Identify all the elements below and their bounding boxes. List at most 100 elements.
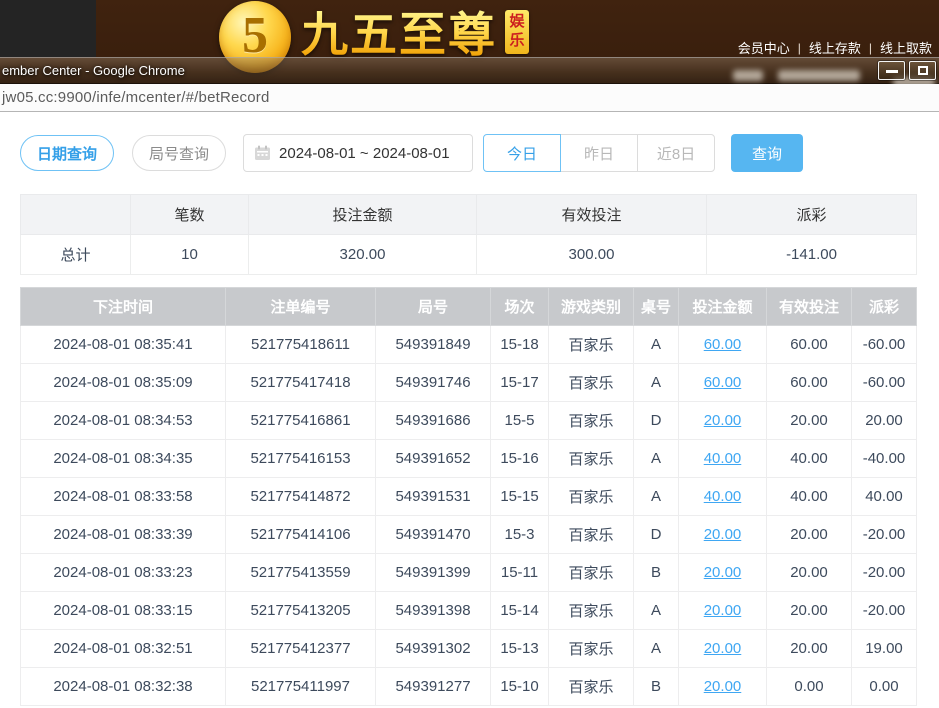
header-game-type: 游戏类别 [549,288,634,326]
cell-bet-time: 2024-08-01 08:33:39 [21,516,226,554]
table-row: 2024-08-01 08:34:35521775416153549391652… [21,440,917,478]
cell-bet-id: 521775417418 [226,364,376,402]
maximize-button[interactable] [909,61,936,80]
cell-game-type: 百家乐 [549,668,634,706]
cell-payout: 19.00 [852,630,917,668]
cell-session: 15-3 [491,516,549,554]
table-row: 2024-08-01 08:35:09521775417418549391746… [21,364,917,402]
date-range-input[interactable]: 2024-08-01 ~ 2024-08-01 [243,134,473,172]
header-bet-amount: 投注金额 [679,288,767,326]
cell-valid-bet: 20.00 [767,630,852,668]
page-content: 日期查询 局号查询 2024-08-01 ~ 2024-08-01 今日 昨日 … [0,112,939,708]
bet-amount-link[interactable]: 40.00 [704,450,742,467]
bet-amount-link[interactable]: 20.00 [704,412,742,429]
bet-amount-link[interactable]: 20.00 [704,564,742,581]
summary-payout: -141.00 [707,235,917,275]
nav-separator: | [869,41,872,55]
cell-game-type: 百家乐 [549,326,634,364]
cell-table-no: A [634,440,679,478]
bet-amount-link[interactable]: 40.00 [704,488,742,505]
cell-valid-bet: 20.00 [767,592,852,630]
filter-row: 日期查询 局号查询 2024-08-01 ~ 2024-08-01 今日 昨日 … [20,133,803,173]
cell-bet-time: 2024-08-01 08:33:15 [21,592,226,630]
cell-valid-bet: 60.00 [767,326,852,364]
cell-round-no: 549391470 [376,516,491,554]
cell-bet-amount: 20.00 [679,668,767,706]
cell-table-no: A [634,478,679,516]
cell-bet-time: 2024-08-01 08:34:53 [21,402,226,440]
nav-online-deposit[interactable]: 线上存款 [809,38,861,57]
cell-game-type: 百家乐 [549,402,634,440]
minimize-button[interactable] [878,61,905,80]
cell-round-no: 549391849 [376,326,491,364]
cell-bet-time: 2024-08-01 08:32:51 [21,630,226,668]
cell-bet-id: 521775411997 [226,668,376,706]
table-row: 2024-08-01 08:35:41521775418611549391849… [21,326,917,364]
bet-table-header-row: 下注时间 注单编号 局号 场次 游戏类别 桌号 投注金额 有效投注 派彩 [21,288,917,326]
quick-range-group: 今日 昨日 近8日 [483,134,715,172]
header-bet-id: 注单编号 [226,288,376,326]
cell-bet-id: 521775416861 [226,402,376,440]
cell-payout: 0.00 [852,668,917,706]
cell-round-no: 549391652 [376,440,491,478]
header-table-no: 桌号 [634,288,679,326]
cell-table-no: A [634,326,679,364]
cell-payout: -60.00 [852,364,917,402]
cell-game-type: 百家乐 [549,478,634,516]
cell-valid-bet: 60.00 [767,364,852,402]
quick-range-today[interactable]: 今日 [483,134,561,172]
nav-member-center[interactable]: 会员中心 [738,38,790,57]
cell-session: 15-18 [491,326,549,364]
minimize-icon [886,70,898,73]
nav-separator: | [798,41,801,55]
summary-header-count: 笔数 [131,195,249,235]
cell-round-no: 549391398 [376,592,491,630]
cell-session: 15-11 [491,554,549,592]
summary-header-bet-amount: 投注金额 [249,195,477,235]
header-nav: 会员中心 | 线上存款 | 线上取款 [738,38,932,57]
summary-header-payout: 派彩 [707,195,917,235]
cell-bet-amount: 20.00 [679,402,767,440]
blurred-account-value [778,70,860,81]
cell-game-type: 百家乐 [549,630,634,668]
address-bar[interactable]: jw05.cc:9900/infe/mcenter/#/betRecord [0,84,939,112]
bet-amount-link[interactable]: 20.00 [704,602,742,619]
summary-header-row: 笔数 投注金额 有效投注 派彩 [21,195,917,235]
quick-range-last8days[interactable]: 近8日 [637,134,715,172]
cell-round-no: 549391686 [376,402,491,440]
cell-session: 15-17 [491,364,549,402]
date-query-tab[interactable]: 日期查询 [20,135,114,171]
cell-table-no: A [634,364,679,402]
bet-amount-link[interactable]: 20.00 [704,526,742,543]
cell-bet-amount: 60.00 [679,326,767,364]
summary-valid-bet: 300.00 [477,235,707,275]
cell-session: 15-10 [491,668,549,706]
round-query-tab[interactable]: 局号查询 [132,135,226,171]
bet-amount-link[interactable]: 60.00 [704,374,742,391]
bet-amount-link[interactable]: 20.00 [704,678,742,695]
header-round-no: 局号 [376,288,491,326]
cell-bet-time: 2024-08-01 08:33:23 [21,554,226,592]
window-controls [878,61,936,80]
cell-table-no: B [634,668,679,706]
url-text: jw05.cc:9900/infe/mcenter/#/betRecord [2,89,270,106]
bet-amount-link[interactable]: 60.00 [704,336,742,353]
bet-amount-link[interactable]: 20.00 [704,640,742,657]
nav-online-withdraw[interactable]: 线上取款 [880,38,932,57]
cell-bet-id: 521775413205 [226,592,376,630]
cell-valid-bet: 0.00 [767,668,852,706]
cell-payout: -20.00 [852,516,917,554]
site-title: 九五至尊 [301,9,497,61]
calendar-icon [254,145,271,161]
summary-bet-amount: 320.00 [249,235,477,275]
quick-range-yesterday[interactable]: 昨日 [560,134,638,172]
summary-total-label: 总计 [21,235,131,275]
cell-game-type: 百家乐 [549,554,634,592]
cell-payout: -40.00 [852,440,917,478]
site-badge: 娱乐 [505,10,529,54]
cell-bet-id: 521775413559 [226,554,376,592]
summary-header-valid-bet: 有效投注 [477,195,707,235]
search-button[interactable]: 查询 [731,134,803,172]
summary-total-row: 总计 10 320.00 300.00 -141.00 [21,235,917,275]
summary-header-blank [21,195,131,235]
